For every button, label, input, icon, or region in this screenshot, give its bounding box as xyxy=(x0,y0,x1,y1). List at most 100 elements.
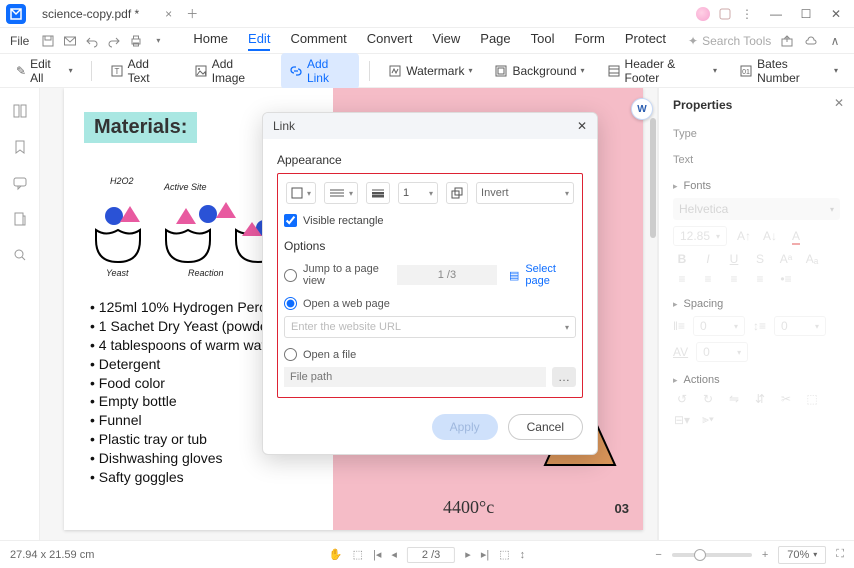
header-footer-button[interactable]: Header & Footer ▾ xyxy=(599,53,726,89)
dialog-close-icon[interactable]: ✕ xyxy=(577,119,587,133)
file-path-input[interactable] xyxy=(284,367,546,387)
distribute-icon[interactable]: ⫸▾ xyxy=(699,412,717,427)
menu-page[interactable]: Page xyxy=(480,31,510,51)
align-right-icon[interactable]: ≡ xyxy=(725,272,743,286)
subscript-icon[interactable]: Aₐ xyxy=(803,252,821,266)
italic-icon[interactable]: I xyxy=(699,252,717,266)
quick-dropdown-icon[interactable]: ▾ xyxy=(149,32,167,50)
jump-page-radio[interactable] xyxy=(284,269,297,282)
zoom-knob[interactable] xyxy=(694,549,706,561)
align-center-icon[interactable]: ≡ xyxy=(699,272,717,286)
border-style-select[interactable]: ▾ xyxy=(286,182,316,204)
align-left-icon[interactable]: ≡ xyxy=(673,272,691,286)
next-page-icon[interactable]: ▸ xyxy=(465,548,471,561)
line-weight-icon[interactable] xyxy=(366,182,390,204)
select-page-link[interactable]: Select page xyxy=(525,263,576,287)
menu-convert[interactable]: Convert xyxy=(367,31,413,51)
thumbnails-icon[interactable] xyxy=(11,102,29,120)
underline-icon[interactable]: U xyxy=(725,252,743,266)
dialog-titlebar[interactable]: Link ✕ xyxy=(263,113,597,139)
crop-icon[interactable]: ✂ xyxy=(777,392,795,406)
align-justify-icon[interactable]: ≡ xyxy=(751,272,769,286)
save-icon[interactable] xyxy=(39,32,57,50)
last-page-icon[interactable]: ▸| xyxy=(481,548,489,561)
bullets-icon[interactable]: •≡ xyxy=(777,272,795,286)
visible-rectangle-checkbox[interactable]: Visible rectangle xyxy=(284,214,576,227)
align-tools-icon[interactable]: ⊟▾ xyxy=(673,413,691,427)
zoom-in-icon[interactable]: + xyxy=(762,549,768,561)
open-web-radio[interactable] xyxy=(284,297,297,310)
zoom-slider[interactable] xyxy=(672,553,752,557)
thickness-input[interactable]: ▾ xyxy=(398,182,438,204)
file-menu[interactable]: File xyxy=(10,34,29,48)
attachments-icon[interactable] xyxy=(11,210,29,228)
extract-icon[interactable]: ⬚ xyxy=(803,392,821,406)
fit-page-icon[interactable]: ⬚ xyxy=(499,548,509,561)
decrease-font-icon[interactable]: A↓ xyxy=(761,229,779,243)
edit-all-button[interactable]: ✎ Edit All ▾ xyxy=(8,53,81,89)
char-spacing-input[interactable]: 0▾ xyxy=(696,342,748,362)
share-icon[interactable] xyxy=(778,32,796,50)
font-color-icon[interactable]: A xyxy=(787,229,805,243)
color-select[interactable] xyxy=(446,182,468,204)
increase-font-icon[interactable]: A↑ xyxy=(735,229,753,243)
flip-v-icon[interactable]: ⇵ xyxy=(751,392,769,406)
undo-icon[interactable] xyxy=(83,32,101,50)
rotate-left-icon[interactable]: ↺ xyxy=(673,392,691,406)
page-indicator[interactable]: 2 /3 xyxy=(407,547,455,563)
hand-tool-icon[interactable]: ✋ xyxy=(329,548,343,561)
cloud-icon[interactable] xyxy=(802,32,820,50)
premium-icon[interactable] xyxy=(695,6,711,22)
line-style-select[interactable]: ▾ xyxy=(324,182,358,204)
open-web-option[interactable]: Open a web page xyxy=(284,297,576,310)
scrollbar-thumb[interactable] xyxy=(650,118,656,238)
open-file-option[interactable]: Open a file xyxy=(284,348,576,361)
mail-icon[interactable] xyxy=(61,32,79,50)
background-button[interactable]: Background ▾ xyxy=(486,60,592,82)
redo-icon[interactable] xyxy=(105,32,123,50)
window-minimize[interactable]: — xyxy=(764,7,788,21)
select-tool-icon[interactable]: ⬚ xyxy=(353,548,363,561)
search-tools[interactable]: ✦ Search Tools xyxy=(688,34,771,48)
bold-icon[interactable]: B xyxy=(673,252,691,266)
spacing-section[interactable]: Spacing xyxy=(673,298,840,310)
comments-icon[interactable] xyxy=(11,174,29,192)
menu-tool[interactable]: Tool xyxy=(531,31,555,51)
apply-button[interactable]: Apply xyxy=(432,414,498,440)
vertical-scrollbar[interactable] xyxy=(649,88,657,540)
add-link-button[interactable]: Add Link xyxy=(281,53,359,89)
reflow-icon[interactable]: ↕ xyxy=(520,549,526,561)
menu-home[interactable]: Home xyxy=(193,31,228,51)
font-size-input[interactable]: 12.85▾ xyxy=(673,226,727,246)
tab-close-icon[interactable]: × xyxy=(165,7,172,21)
bates-number-button[interactable]: 01 Bates Number ▾ xyxy=(731,53,846,89)
flip-h-icon[interactable]: ⇋ xyxy=(725,392,743,406)
select-page-icon[interactable]: ▤ xyxy=(509,269,519,282)
add-text-button[interactable]: T Add Text xyxy=(102,53,180,89)
highlight-style-select[interactable]: Invert▾ xyxy=(476,182,574,204)
notify-icon[interactable] xyxy=(717,6,733,22)
menu-edit[interactable]: Edit xyxy=(248,31,270,51)
window-close[interactable]: ✕ xyxy=(824,7,848,21)
open-file-radio[interactable] xyxy=(284,348,297,361)
new-tab-button[interactable]: ＋ xyxy=(186,5,198,22)
add-image-button[interactable]: Add Image xyxy=(186,53,275,89)
print-icon[interactable] xyxy=(127,32,145,50)
menu-view[interactable]: View xyxy=(432,31,460,51)
menu-comment[interactable]: Comment xyxy=(290,31,346,51)
jump-page-field[interactable] xyxy=(397,265,497,285)
collapse-ribbon-icon[interactable]: ∧ xyxy=(826,32,844,50)
line-spacing-input[interactable]: 0▾ xyxy=(693,316,745,336)
bookmarks-icon[interactable] xyxy=(11,138,29,156)
web-url-input[interactable]: Enter the website URL ▾ xyxy=(284,316,576,338)
prev-page-icon[interactable]: ◂ xyxy=(391,548,397,561)
first-page-icon[interactable]: |◂ xyxy=(373,548,381,561)
fonts-section[interactable]: Fonts xyxy=(673,180,840,192)
cancel-button[interactable]: Cancel xyxy=(508,414,583,440)
window-maximize[interactable]: ☐ xyxy=(794,7,818,21)
document-tab[interactable]: science-copy.pdf * × xyxy=(34,3,180,25)
browse-file-button[interactable]: … xyxy=(552,367,576,387)
search-icon[interactable] xyxy=(11,246,29,264)
strike-icon[interactable]: S xyxy=(751,252,769,266)
font-family-select[interactable]: Helvetica▾ xyxy=(673,198,840,220)
